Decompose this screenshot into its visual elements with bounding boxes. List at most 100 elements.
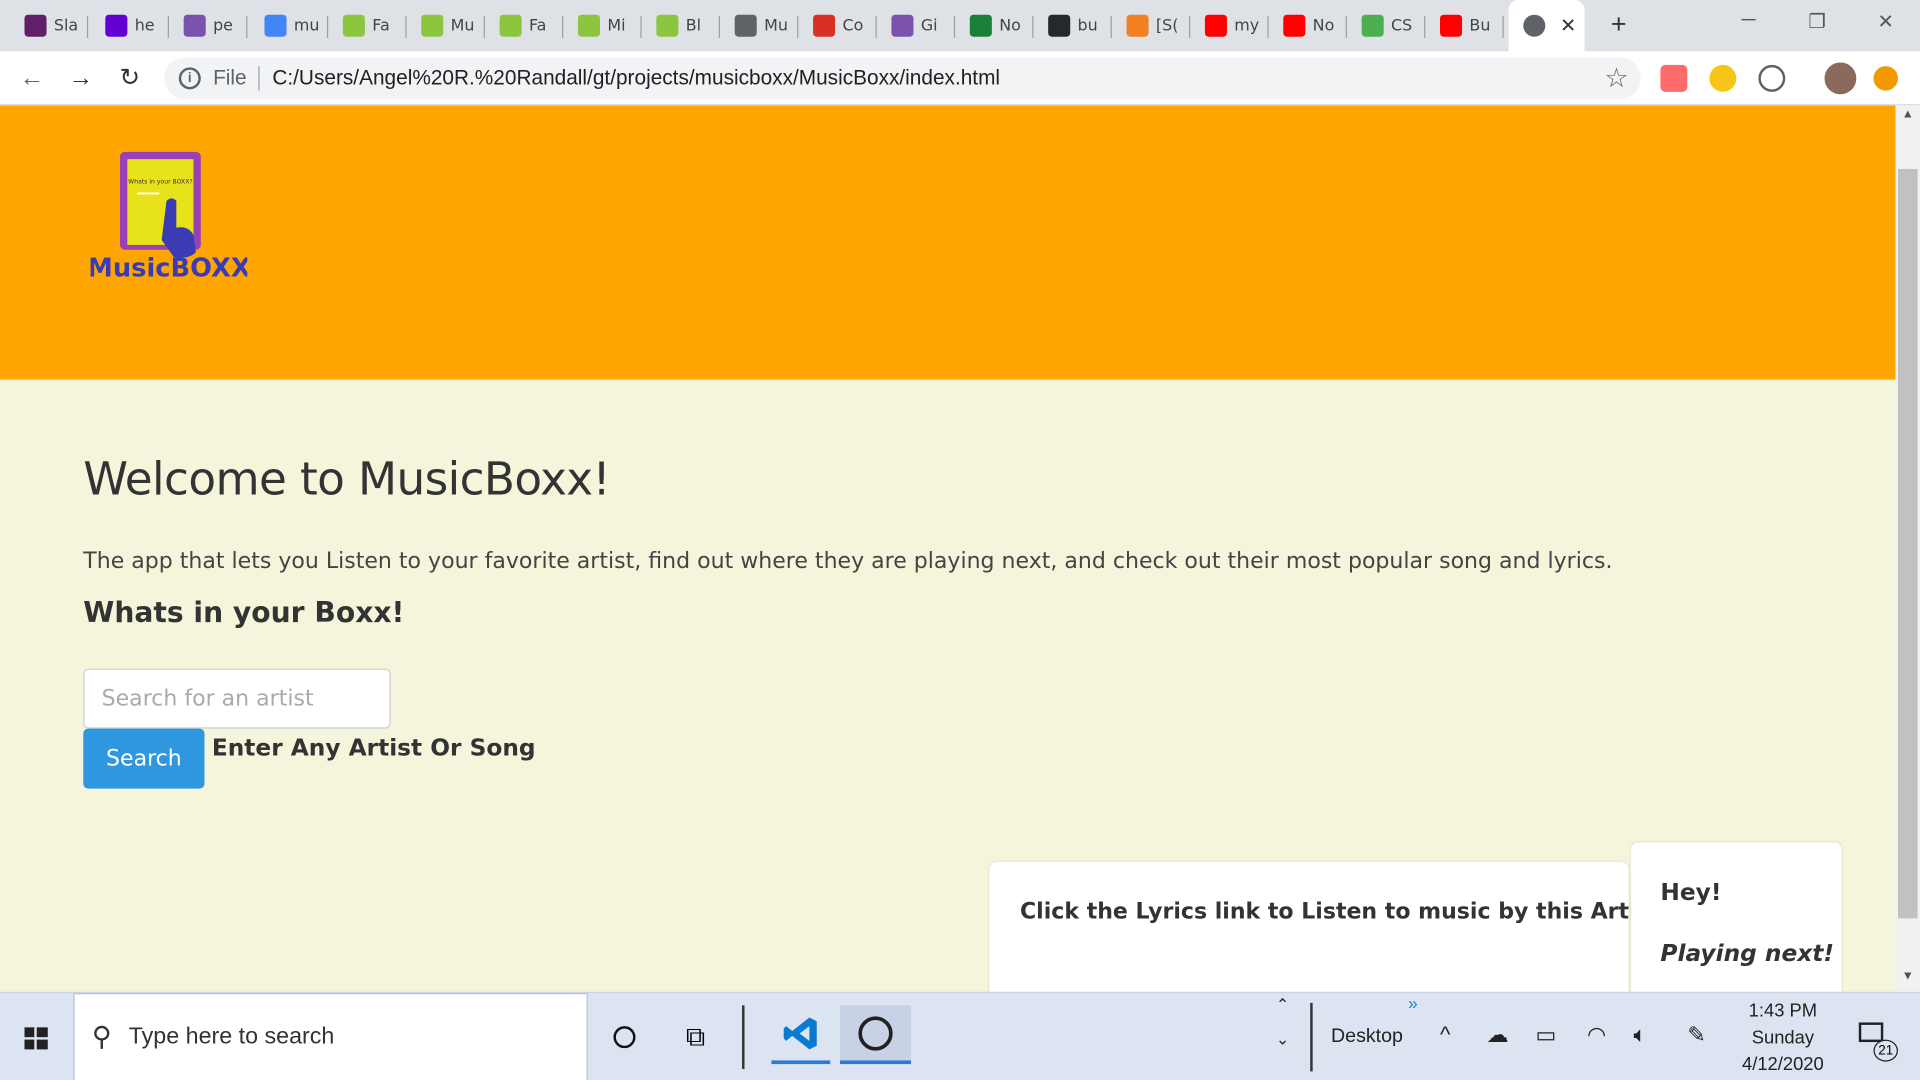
- vertical-scrollbar[interactable]: ▲ ▼: [1895, 105, 1920, 992]
- gmail-icon: [813, 14, 836, 37]
- browser-tab[interactable]: Bu: [1425, 7, 1504, 44]
- search-extension-icon[interactable]: [1709, 64, 1737, 92]
- browser-tab[interactable]: Mu: [720, 7, 799, 44]
- google-icon: [264, 14, 287, 37]
- browser-tab[interactable]: my: [1190, 7, 1269, 44]
- artist-search-input[interactable]: [83, 668, 391, 729]
- vscode-icon[interactable]: [771, 1005, 831, 1065]
- chrome-taskbar-icon[interactable]: [840, 1005, 912, 1065]
- volume-icon[interactable]: 🔈︎: [1633, 1022, 1646, 1048]
- browser-tab[interactable]: Co: [798, 7, 877, 44]
- clock[interactable]: 1:43 PM Sunday 4/12/2020: [1727, 998, 1840, 1079]
- scrollbar-thumb[interactable]: [1897, 168, 1918, 919]
- globe-icon: [1523, 14, 1546, 37]
- onedrive-icon[interactable]: ☁: [1487, 1022, 1509, 1048]
- taskbar-search-box[interactable]: ⚲ Type here to search: [73, 993, 588, 1080]
- notification-center-icon[interactable]: 21: [1851, 1015, 1900, 1064]
- tab-label: Mi: [607, 16, 626, 35]
- event-card: Hey! Playing next!: [1631, 842, 1842, 992]
- github-icon: [1048, 14, 1071, 37]
- cortana-icon[interactable]: [598, 1010, 652, 1064]
- hackerrank-icon: [891, 14, 914, 37]
- browser-tab[interactable]: pe: [169, 7, 248, 44]
- screen: Sla he pe mu Fa Mu Fa Mi Bl Mu Co Gi No bu [S(my No CS Bu…: [0, 0, 1920, 1080]
- browser-tab[interactable]: he: [91, 7, 169, 44]
- scroll-up-icon[interactable]: ▲: [1896, 108, 1920, 128]
- browser-tab[interactable]: [S(: [1112, 7, 1191, 44]
- tab-label: Co: [842, 16, 864, 35]
- tab-label: pe: [213, 16, 233, 35]
- minimize-button[interactable]: ─: [1724, 10, 1773, 39]
- browser-tab[interactable]: Sla: [10, 7, 89, 44]
- browser-tab[interactable]: bu: [1033, 7, 1112, 44]
- url-text[interactable]: C:/Users/Angel%20R.%20Randall/gt/project…: [272, 66, 1000, 90]
- reload-button[interactable]: ↻: [115, 64, 144, 93]
- back-button[interactable]: ←: [17, 64, 46, 93]
- globe-icon: [734, 14, 757, 37]
- tab-label: CS: [1391, 16, 1413, 35]
- extension-icon[interactable]: [1660, 64, 1688, 92]
- taskbar-divider: [742, 1005, 745, 1069]
- yahoo-icon: [105, 14, 128, 37]
- address-bar[interactable]: i File C:/Users/Angel%20R.%20Randall/gt/…: [164, 57, 1641, 100]
- browser-tab[interactable]: Mu: [407, 7, 485, 44]
- wifi-icon[interactable]: ◠: [1587, 1022, 1606, 1048]
- youtube-icon: [1440, 14, 1463, 37]
- start-button[interactable]: [0, 993, 73, 1080]
- browser-tab[interactable]: Mi: [563, 7, 642, 44]
- tab-separator: [246, 15, 248, 38]
- tab-label: No: [999, 16, 1021, 35]
- clock-time: 1:43 PM: [1748, 1000, 1818, 1022]
- browser-tab[interactable]: CS: [1347, 7, 1426, 44]
- toolbar-divider: [1310, 1002, 1313, 1072]
- show-hidden-icons[interactable]: ^: [1440, 1022, 1450, 1048]
- clock-date: 4/12/2020: [1742, 1054, 1824, 1076]
- desktop-toolbar[interactable]: Desktop: [1331, 1026, 1403, 1048]
- restore-button[interactable]: ❐: [1793, 10, 1842, 39]
- notification-count: 21: [1873, 1039, 1898, 1062]
- svg-text:MusicBOXX: MusicBOXX: [91, 254, 248, 284]
- page-icon: [421, 14, 444, 37]
- update-icon[interactable]: [1873, 66, 1898, 91]
- browser-tab[interactable]: Fa: [328, 7, 407, 44]
- browser-tab[interactable]: No: [1269, 7, 1347, 44]
- section-subtitle: Whats in your Boxx!: [83, 597, 405, 630]
- browser-tab[interactable]: Fa: [485, 7, 564, 44]
- info-icon[interactable]: i: [178, 67, 201, 90]
- browser-tab[interactable]: Gi: [877, 7, 956, 44]
- event-card-heading: Hey!: [1660, 879, 1722, 907]
- battery-icon[interactable]: ▭: [1536, 1022, 1557, 1048]
- clock-day: Sunday: [1751, 1027, 1815, 1049]
- tab-label: Gi: [920, 16, 938, 35]
- new-tab-button[interactable]: +: [1604, 9, 1633, 39]
- chevron-down-icon[interactable]: ⌄: [1276, 1030, 1289, 1050]
- close-icon[interactable]: ✕: [1560, 13, 1576, 37]
- task-view-icon[interactable]: ⧉: [669, 1010, 723, 1064]
- avatar[interactable]: [1824, 62, 1857, 95]
- scroll-down-icon[interactable]: ▼: [1896, 970, 1920, 990]
- page-title: Welcome to MusicBoxx!: [83, 453, 611, 506]
- browser-tab[interactable]: Bl: [642, 7, 721, 44]
- divider: [258, 66, 261, 91]
- page-viewport: Whats in your BOXX? MusicBOXX Welcome to…: [0, 105, 1896, 992]
- browser-tab[interactable]: No: [955, 7, 1034, 44]
- chevron-up-icon[interactable]: ⌃: [1276, 996, 1289, 1016]
- tab-label: Fa: [528, 16, 547, 35]
- slack-icon: [24, 14, 47, 37]
- search-button[interactable]: Search: [83, 728, 205, 789]
- windows-icon: [24, 1027, 48, 1050]
- file-label: File: [213, 66, 247, 90]
- tab-label: No: [1312, 16, 1335, 35]
- double-chevron-icon[interactable]: »: [1408, 993, 1418, 1013]
- tab-label: [S(: [1155, 16, 1179, 35]
- forward-button[interactable]: →: [66, 64, 95, 93]
- browser-tab[interactable]: mu: [250, 7, 329, 44]
- close-window-button[interactable]: ✕: [1861, 10, 1910, 39]
- extension-icon[interactable]: [1758, 64, 1786, 92]
- tab-active[interactable]: ✕: [1508, 0, 1585, 52]
- hackerrank-icon: [183, 14, 206, 37]
- w3-icon: [1361, 14, 1384, 37]
- bookmark-star-icon[interactable]: ☆: [1604, 62, 1628, 94]
- pen-icon[interactable]: ✎: [1687, 1022, 1705, 1048]
- page-icon: [499, 14, 522, 37]
